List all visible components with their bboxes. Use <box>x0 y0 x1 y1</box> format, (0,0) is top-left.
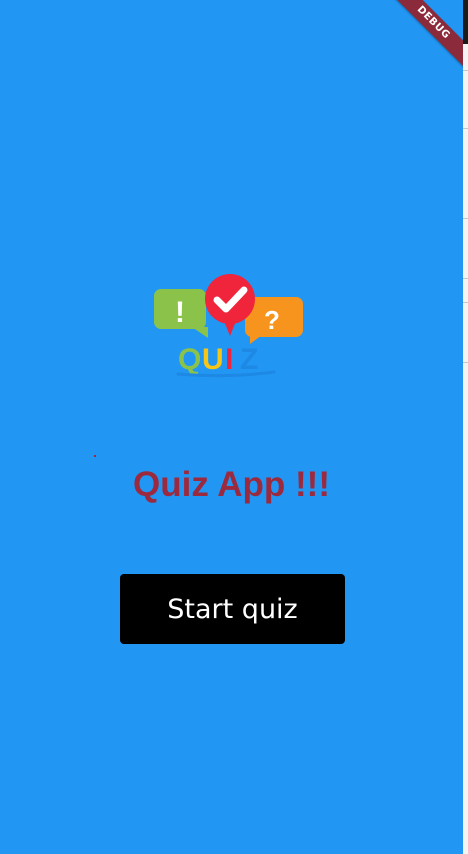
exclamation-bubble-icon: ! <box>154 289 208 338</box>
svg-text:Q: Q <box>178 343 201 376</box>
quiz-wordmark: Q U I Z <box>176 343 276 378</box>
background-window-edge <box>463 0 468 854</box>
divider <box>463 70 468 71</box>
svg-text:!: ! <box>175 296 185 329</box>
background-window-titlebar <box>463 0 468 44</box>
divider <box>463 362 468 363</box>
divider <box>463 128 468 129</box>
divider <box>463 278 468 279</box>
start-quiz-button[interactable]: Start quiz <box>120 574 345 644</box>
divider <box>463 302 468 303</box>
svg-text:I: I <box>225 343 233 376</box>
svg-text:Z: Z <box>240 343 258 376</box>
svg-text:U: U <box>202 343 224 376</box>
quiz-logo-icon: ! ? Q U I Z <box>154 274 303 378</box>
page-title: Quiz App !!! <box>133 465 330 504</box>
debug-banner: DEBUG <box>384 0 463 72</box>
app-screen: DEBUG ! ? Q U I Z Quiz App !!! Start qui… <box>0 0 463 854</box>
divider <box>463 218 468 219</box>
decorative-dot <box>94 455 96 457</box>
svg-text:?: ? <box>264 305 280 335</box>
